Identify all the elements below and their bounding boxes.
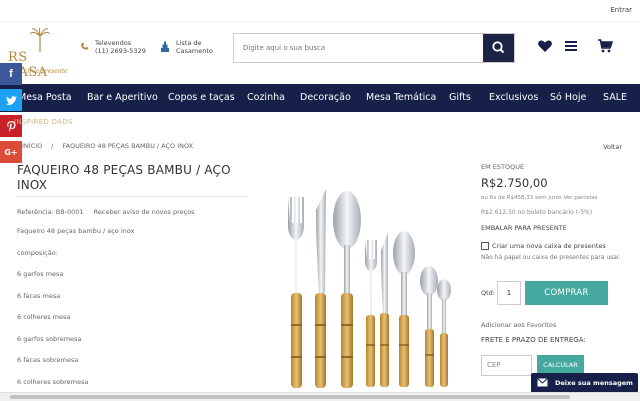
chat-label: Deixe sua mensagem (555, 379, 633, 387)
breadcrumb-home[interactable]: INÍCIO (22, 142, 42, 150)
boleto-price: R$2.612,50 no boleto bancário (-5%) (481, 209, 593, 216)
scrollbar-thumb[interactable] (10, 395, 570, 399)
gift-box-label[interactable]: Criar uma nova caixa de presentes (492, 242, 606, 250)
phone-label: Televendos (95, 39, 132, 47)
description-line: composição: (17, 249, 58, 257)
facebook-share-button[interactable]: f (0, 63, 22, 85)
phone-icon (81, 42, 89, 50)
horizontal-scrollbar[interactable] (0, 392, 640, 401)
installments-info: ou 6x de R$458,33 sem juros Ver parcelas (481, 195, 597, 201)
wedding-cake-icon (161, 41, 169, 52)
main-navigation: Mesa Posta Bar e Aperitivo Copos e taças… (0, 84, 640, 112)
page: Entrar RS CASA circa presente Televendos… (0, 0, 640, 401)
description-line: 6 colheres sobremesa (17, 378, 89, 386)
buy-button[interactable]: COMPRAR (525, 281, 608, 305)
installments-text: ou 6x de R$458,33 sem juros (481, 195, 562, 201)
gift-box-checkbox[interactable] (481, 242, 489, 250)
stock-status: EM ESTOQUE (481, 163, 525, 171)
description-line: 6 garfos mesa (17, 270, 64, 278)
heart-icon[interactable] (537, 38, 553, 54)
nav-mesa-posta[interactable]: Mesa Posta (18, 92, 72, 103)
nav-so-hoje[interactable]: Só Hoje (550, 92, 586, 103)
nav-exclusivos[interactable]: Exclusivos (489, 92, 538, 103)
gift-wrap-note: Não há papel ou caixa de presentes para … (481, 254, 621, 261)
nav-copos-tacas[interactable]: Copos e taças (168, 92, 235, 103)
search-input[interactable] (234, 34, 484, 62)
title-divider (17, 196, 247, 197)
back-link[interactable]: Voltar (603, 143, 622, 151)
facebook-icon: f (9, 68, 13, 80)
description-line: 6 facas mesa (17, 292, 61, 300)
menu-icon[interactable] (563, 38, 579, 54)
product-image[interactable] (278, 185, 453, 392)
search-icon (492, 41, 505, 54)
envelope-icon (537, 378, 548, 387)
twitter-icon (5, 95, 17, 105)
google-plus-icon: G+ (4, 147, 18, 157)
site-header: RS CASA circa presente Televendos (11) 2… (0, 22, 640, 84)
product-price: R$2.750,00 (481, 176, 548, 190)
product-title: FAQUEIRO 48 PEÇAS BAMBU / AÇO INOX (17, 163, 231, 192)
description-line: 6 facas sobremesa (17, 356, 79, 364)
breadcrumb-current: FAQUEIRO 48 PEÇAS BAMBU / AÇO INOX (62, 142, 194, 150)
logo-tagline: circa presente (24, 68, 68, 75)
palm-logo-icon (30, 28, 50, 52)
product-reference-row: Referência: BB-0001 Receber aviso de nov… (17, 208, 195, 216)
quantity-input[interactable]: 1 (497, 281, 521, 305)
chat-widget-button[interactable]: Deixe sua mensagem (531, 373, 638, 393)
cart-icon[interactable] (597, 38, 613, 54)
wedding-list-label: Lista de Casamento (176, 39, 213, 55)
nav-sale[interactable]: SALE (603, 92, 627, 103)
price-alert-link[interactable]: Receber aviso de novos preços (94, 208, 195, 216)
nav-decoracao[interactable]: Decoração (300, 92, 351, 103)
phone-number: (11) 2693-5329 (95, 47, 146, 55)
search-button[interactable] (483, 34, 514, 62)
nav-mesa-tematica[interactable]: Mesa Temática (366, 92, 436, 103)
description-line: 6 colheres mesa (17, 313, 71, 321)
cep-input[interactable]: CEP (481, 355, 532, 376)
description-line: 6 garfos sobremesa (17, 335, 82, 343)
gift-wrap-title: EMBALAR PARA PRESENTE (481, 224, 567, 232)
breadcrumb: INÍCIO / FAQUEIRO 48 PEÇAS BAMBU / AÇO INO… (22, 142, 202, 150)
login-link[interactable]: Entrar (610, 6, 632, 14)
nav-cozinha[interactable]: Cozinha (247, 92, 285, 103)
shipping-title: FRETE E PRAZO DE ENTREGA: (481, 336, 586, 344)
top-bar: Entrar (0, 0, 640, 22)
description-line: Faqueiro 48 peças bambu / aço inox (17, 227, 135, 235)
nav-gifts[interactable]: Gifts (449, 92, 471, 103)
quantity-label: Qtd: (481, 289, 495, 297)
breadcrumb-separator: / (51, 142, 54, 150)
installments-link[interactable]: Ver parcelas (564, 195, 598, 201)
google-plus-share-button[interactable]: G+ (0, 141, 22, 163)
nav-bar-aperitivo[interactable]: Bar e Aperitivo (87, 92, 158, 103)
promo-banner[interactable]: INSPIRED DADS (14, 118, 73, 126)
search-bar (233, 33, 515, 63)
twitter-share-button[interactable] (0, 89, 22, 111)
product-reference: Referência: BB-0001 (17, 208, 84, 216)
add-to-favorites-link[interactable]: Adicionar aos Favoritos (481, 321, 556, 329)
